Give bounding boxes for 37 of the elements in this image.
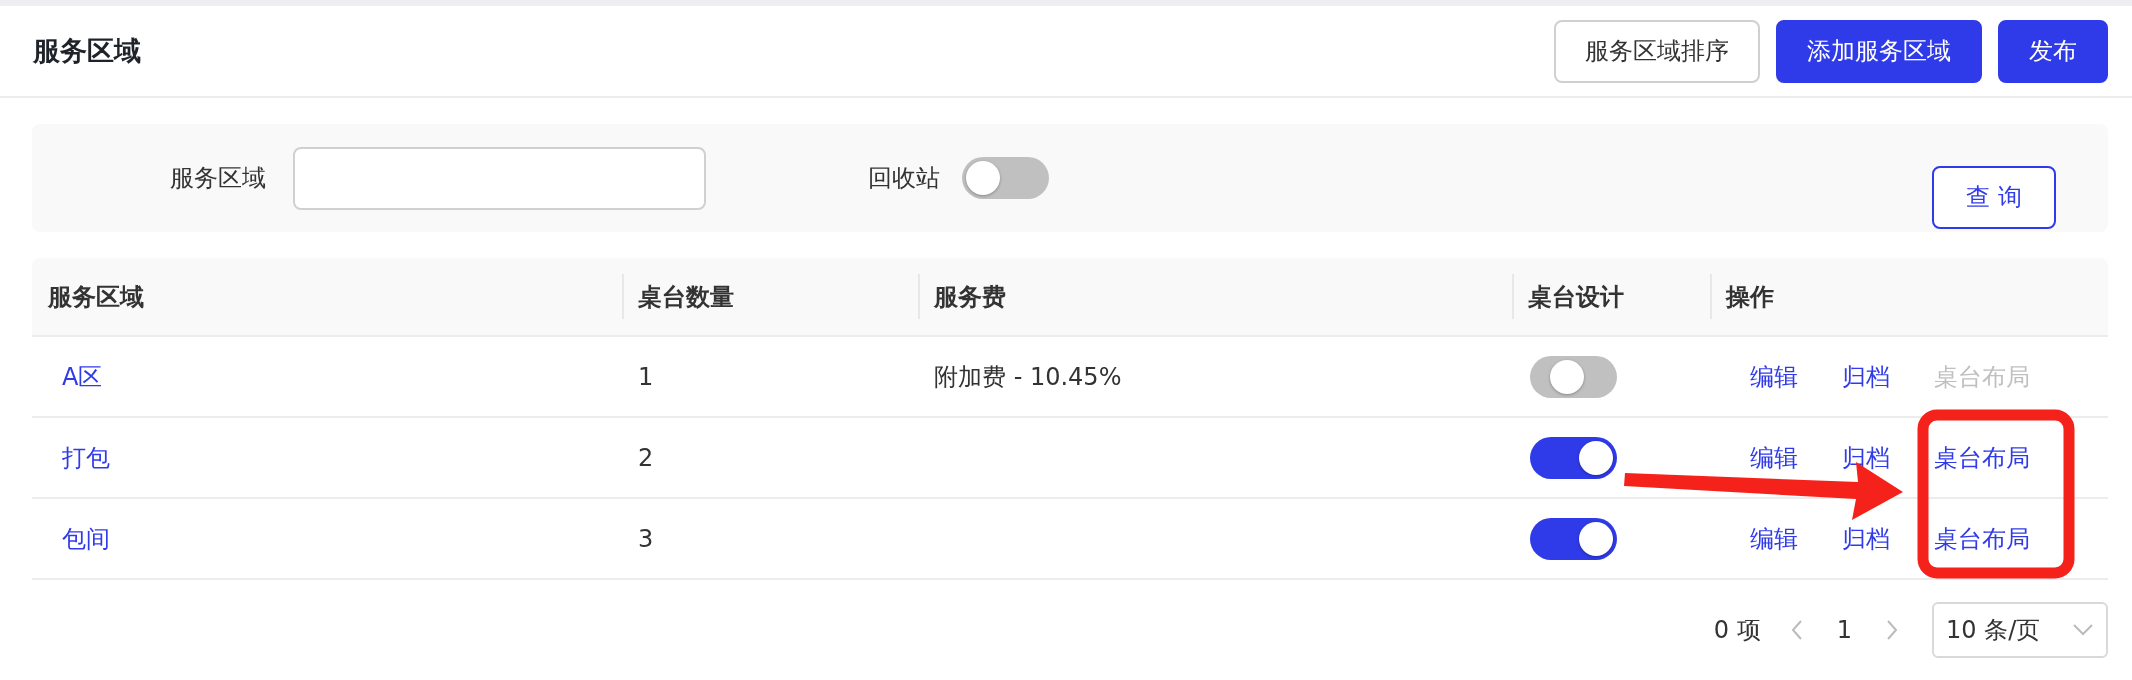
page-title: 服务区域 <box>33 34 141 68</box>
toggle-label: 回收站 <box>868 163 940 194</box>
total-count: 0 项 <box>1713 615 1761 646</box>
column-header: 桌台数量 <box>638 281 734 313</box>
toolbar-button[interactable]: 添加服务区域 <box>1776 19 1982 83</box>
column-header: 桌台设计 <box>1528 281 1624 313</box>
toolbar-button[interactable]: 服务区域排序 <box>1554 19 1760 83</box>
area-link[interactable]: 包间 <box>62 522 110 555</box>
input-field[interactable] <box>293 146 706 210</box>
action-link[interactable]: 编辑 <box>1750 441 1798 474</box>
toggle-switch[interactable] <box>962 157 1049 199</box>
column-header: 操作 <box>1726 281 1774 313</box>
query-button[interactable]: 查 询 <box>1932 165 2056 229</box>
next-page-icon[interactable] <box>1884 618 1900 642</box>
column-header: 服务费 <box>934 281 1006 313</box>
table-cell: 1 <box>638 362 654 391</box>
toggle-switch[interactable] <box>1530 355 1617 398</box>
page-size-select[interactable]: 10 条/页 <box>1932 602 2108 658</box>
action-link[interactable]: 编辑 <box>1750 360 1798 393</box>
area-link[interactable]: A区 <box>62 360 103 393</box>
action-link[interactable]: 编辑 <box>1750 522 1798 555</box>
page-number[interactable]: 1 <box>1836 616 1852 644</box>
action-link[interactable]: 归档 <box>1842 360 1890 393</box>
column-header: 服务区域 <box>48 281 144 313</box>
toolbar-button[interactable]: 发布 <box>1998 19 2108 83</box>
action-link[interactable]: 归档 <box>1842 522 1890 555</box>
area-link[interactable]: 打包 <box>62 441 110 474</box>
table-cell-text: 附加费 - 10.45% <box>934 361 1122 393</box>
action-link[interactable]: 桌台布局 <box>1934 441 2030 474</box>
chevron-down-icon <box>2072 623 2094 637</box>
table-cell: 2 <box>638 443 654 472</box>
table-cell: 3 <box>638 524 654 553</box>
toggle-switch[interactable] <box>1530 517 1617 560</box>
action-link[interactable]: 归档 <box>1842 441 1890 474</box>
field-label: 服务区域 <box>170 163 266 194</box>
toggle-switch[interactable] <box>1530 436 1617 479</box>
action-link[interactable]: 桌台布局 <box>1934 522 2030 555</box>
